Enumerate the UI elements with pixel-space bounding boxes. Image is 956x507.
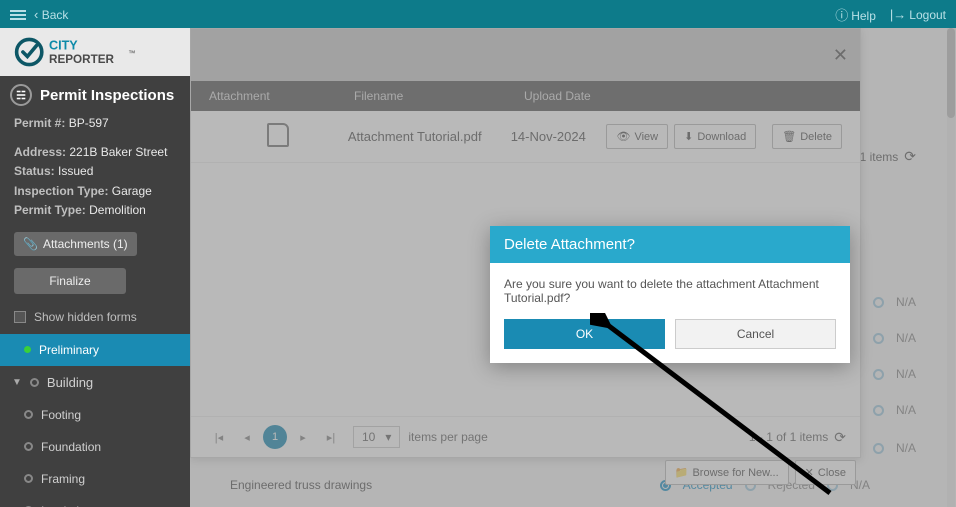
status-circle-icon xyxy=(24,474,33,483)
sidebar-item-insulation[interactable]: Insulation xyxy=(0,495,190,507)
svg-text:CITY: CITY xyxy=(49,38,78,52)
svg-text:REPORTER: REPORTER xyxy=(49,53,114,66)
topbar: ‹ Back ⓘHelp |→Logout xyxy=(0,0,956,28)
sidebar: CITY REPORTER ™ ☵ Permit Inspections Per… xyxy=(0,28,190,507)
sidebar-item-building[interactable]: ▼ Building xyxy=(0,366,190,399)
sidebar-item-framing[interactable]: Framing xyxy=(0,463,190,495)
sidebar-item-preliminary[interactable]: Preliminary xyxy=(0,334,190,366)
permit-icon: ☵ xyxy=(10,84,32,106)
status-circle-icon xyxy=(24,410,33,419)
ok-button[interactable]: OK xyxy=(504,319,665,349)
logo: CITY REPORTER ™ xyxy=(0,28,190,76)
content-area: 1 items ⟳ function slice() { [native cod… xyxy=(190,28,956,507)
menu-icon[interactable] xyxy=(10,8,26,20)
status-circle-icon xyxy=(24,442,33,451)
logout-link[interactable]: |→Logout xyxy=(890,7,946,22)
dialog-title: Delete Attachment? xyxy=(490,226,850,263)
paperclip-icon: 📎 xyxy=(23,237,38,251)
dialog-body: Are you sure you want to delete the atta… xyxy=(490,263,850,319)
status-circle-icon xyxy=(30,378,39,387)
permit-meta: Permit #: BP-597 Address: 221B Baker Str… xyxy=(0,114,190,226)
show-hidden-toggle[interactable]: Show hidden forms xyxy=(0,300,190,334)
help-link[interactable]: ⓘHelp xyxy=(835,5,876,24)
confirm-dialog: Delete Attachment? Are you sure you want… xyxy=(490,226,850,363)
cancel-button[interactable]: Cancel xyxy=(675,319,836,349)
finalize-button[interactable]: Finalize xyxy=(14,268,126,294)
caret-down-icon: ▼ xyxy=(12,377,22,388)
checkbox-icon xyxy=(14,311,26,323)
attachments-button[interactable]: 📎 Attachments (1) xyxy=(14,232,137,256)
back-link[interactable]: ‹ Back xyxy=(34,7,68,22)
sidebar-item-footing[interactable]: Footing xyxy=(0,399,190,431)
sidebar-title: ☵ Permit Inspections xyxy=(0,76,190,114)
status-dot-icon xyxy=(24,346,31,353)
sidebar-item-foundation[interactable]: Foundation xyxy=(0,431,190,463)
svg-text:™: ™ xyxy=(128,49,135,58)
